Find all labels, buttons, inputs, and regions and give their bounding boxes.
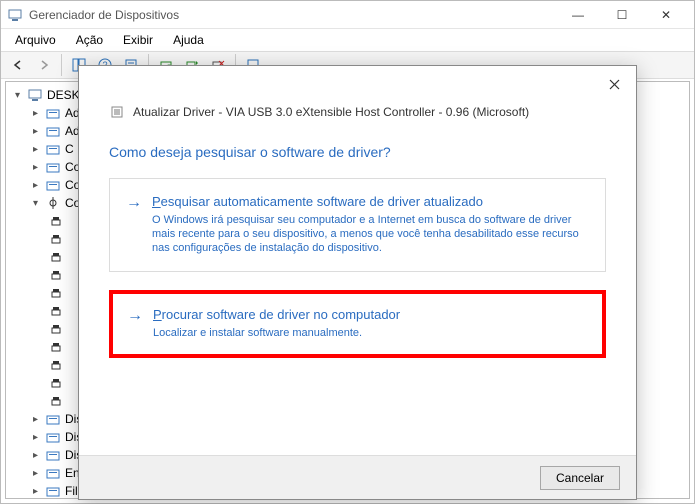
- collapse-icon[interactable]: ▾: [12, 90, 23, 101]
- dialog-close-button[interactable]: [598, 72, 630, 96]
- usb-icon: [45, 195, 61, 211]
- app-icon: [7, 7, 23, 23]
- option1-desc: O Windows irá pesquisar seu computador e…: [152, 213, 582, 255]
- tree-node-label: C: [65, 140, 74, 158]
- category-icon: [45, 465, 61, 481]
- arrow-right-icon: →: [126, 194, 142, 212]
- expand-icon[interactable]: ▸: [30, 468, 41, 479]
- window-title: Gerenciador de Dispositivos: [29, 8, 556, 22]
- option-browse-computer[interactable]: → Procurar software de driver no computa…: [109, 290, 606, 358]
- usb-icon: [48, 321, 64, 337]
- expand-icon[interactable]: ▸: [30, 180, 41, 191]
- option1-title: Pesquisar automaticamente software de dr…: [152, 193, 582, 211]
- collapse-icon[interactable]: ▾: [30, 198, 41, 209]
- arrow-right-icon: →: [127, 307, 143, 325]
- option2-desc: Localizar e instalar software manualment…: [153, 326, 400, 340]
- category-icon: [45, 159, 61, 175]
- option2-title: Procurar software de driver no computado…: [153, 306, 400, 324]
- computer-icon: [27, 87, 43, 103]
- usb-icon: [48, 213, 64, 229]
- menubar: Arquivo Ação Exibir Ajuda: [1, 29, 694, 51]
- menu-exibir[interactable]: Exibir: [119, 31, 157, 49]
- usb-icon: [48, 375, 64, 391]
- dialog-question: Como deseja pesquisar o software de driv…: [79, 120, 636, 174]
- usb-icon: [48, 393, 64, 409]
- category-icon: [45, 447, 61, 463]
- cancel-button[interactable]: Cancelar: [540, 466, 620, 490]
- forward-button[interactable]: [33, 54, 55, 76]
- expand-icon[interactable]: ▸: [30, 450, 41, 461]
- category-icon: [45, 141, 61, 157]
- maximize-button[interactable]: ☐: [600, 1, 644, 29]
- expand-icon[interactable]: ▸: [30, 414, 41, 425]
- usb-icon: [48, 303, 64, 319]
- expand-icon[interactable]: ▸: [30, 108, 41, 119]
- close-window-button[interactable]: ✕: [644, 1, 688, 29]
- usb-icon: [48, 339, 64, 355]
- category-icon: [45, 123, 61, 139]
- expand-icon[interactable]: ▸: [30, 126, 41, 137]
- usb-icon: [48, 231, 64, 247]
- category-icon: [45, 105, 61, 121]
- dialog-footer: Cancelar: [79, 455, 636, 499]
- dialog-title: Atualizar Driver - VIA USB 3.0 eXtensibl…: [133, 105, 529, 119]
- expand-icon[interactable]: ▸: [30, 432, 41, 443]
- expand-icon[interactable]: ▸: [30, 144, 41, 155]
- category-icon: [45, 177, 61, 193]
- usb-icon: [48, 285, 64, 301]
- category-icon: [45, 429, 61, 445]
- category-icon: [45, 411, 61, 427]
- dialog-header: Atualizar Driver - VIA USB 3.0 eXtensibl…: [79, 66, 636, 120]
- back-button[interactable]: [7, 54, 29, 76]
- usb-icon: [48, 267, 64, 283]
- expand-icon[interactable]: ▸: [30, 162, 41, 173]
- usb-icon: [48, 249, 64, 265]
- window-controls: — ☐ ✕: [556, 1, 688, 29]
- device-icon: [109, 104, 125, 120]
- category-icon: [45, 483, 61, 499]
- expand-icon[interactable]: ▸: [30, 486, 41, 497]
- titlebar: Gerenciador de Dispositivos — ☐ ✕: [1, 1, 694, 29]
- usb-icon: [48, 357, 64, 373]
- menu-acao[interactable]: Ação: [72, 31, 107, 49]
- minimize-button[interactable]: —: [556, 1, 600, 29]
- update-driver-dialog: Atualizar Driver - VIA USB 3.0 eXtensibl…: [78, 65, 637, 500]
- menu-ajuda[interactable]: Ajuda: [169, 31, 208, 49]
- menu-arquivo[interactable]: Arquivo: [11, 31, 60, 49]
- toolbar-separator: [61, 54, 62, 76]
- option-search-automatically[interactable]: → Pesquisar automaticamente software de …: [109, 178, 606, 272]
